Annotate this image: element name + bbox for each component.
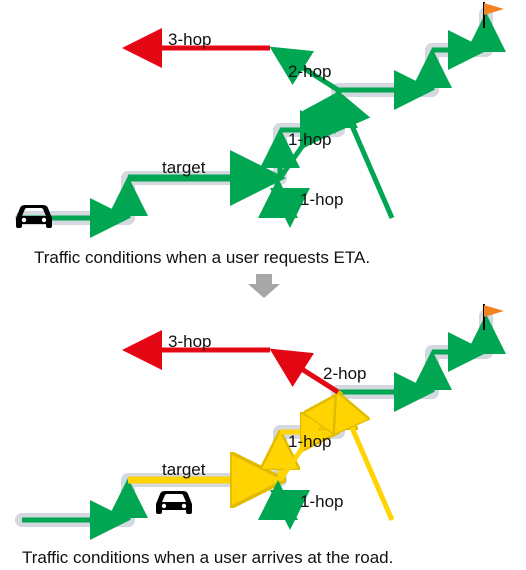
label-1hop-diag-bot: 1-hop bbox=[288, 432, 331, 452]
caption-top: Traffic conditions when a user requests … bbox=[34, 248, 370, 268]
caption-bottom: Traffic conditions when a user arrives a… bbox=[22, 548, 393, 568]
label-2hop-bot: 2-hop bbox=[323, 364, 366, 384]
label-target-top: target bbox=[162, 158, 205, 178]
down-arrow-icon bbox=[244, 272, 284, 302]
label-2hop-top: 2-hop bbox=[288, 62, 331, 82]
car-icon bbox=[156, 491, 192, 514]
diagram-container: 3-hop 2-hop 1-hop target 1-hop Traffic c… bbox=[0, 0, 526, 570]
label-target-bot: target bbox=[162, 460, 205, 480]
label-3hop-bot: 3-hop bbox=[168, 332, 211, 352]
label-1hop-diag-top: 1-hop bbox=[288, 130, 331, 150]
top-panel-svg bbox=[0, 0, 526, 280]
label-3hop-top: 3-hop bbox=[168, 30, 211, 50]
label-1hop-down-bot: 1-hop bbox=[300, 492, 343, 512]
label-1hop-down-top: 1-hop bbox=[300, 190, 343, 210]
bottom-panel-svg bbox=[0, 302, 526, 552]
